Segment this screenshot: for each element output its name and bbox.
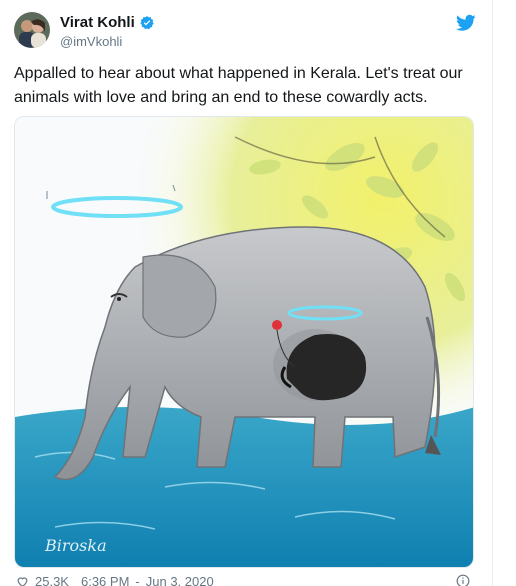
- twitter-bird-icon[interactable]: [456, 14, 476, 32]
- author-handle[interactable]: @imVkohli: [60, 34, 122, 49]
- footer-separator: -: [135, 573, 140, 586]
- info-icon[interactable]: [456, 574, 470, 586]
- verified-icon: [139, 15, 155, 31]
- like-count[interactable]: 25.3K: [35, 574, 69, 586]
- tweet-card: Virat Kohli @imVkohli Appalled to hear a…: [0, 0, 493, 586]
- heart-icon[interactable]: [16, 575, 29, 586]
- tweet-footer: 25.3K 6:36 PM - Jun 3, 2020: [16, 574, 476, 586]
- avatar[interactable]: [14, 12, 50, 48]
- tweet-time[interactable]: 6:36 PM: [81, 574, 129, 586]
- page-gutter: [494, 0, 516, 586]
- tweet-date[interactable]: Jun 3, 2020: [146, 574, 214, 586]
- tweet-media-image[interactable]: Biroska: [14, 116, 474, 568]
- artist-signature: Biroska: [44, 536, 107, 555]
- author-name[interactable]: Virat Kohli: [60, 14, 135, 31]
- author-name-row[interactable]: Virat Kohli: [60, 14, 155, 31]
- tweet-text: Appalled to hear about what happened in …: [14, 65, 463, 106]
- tweet-header: Virat Kohli @imVkohli: [14, 12, 476, 52]
